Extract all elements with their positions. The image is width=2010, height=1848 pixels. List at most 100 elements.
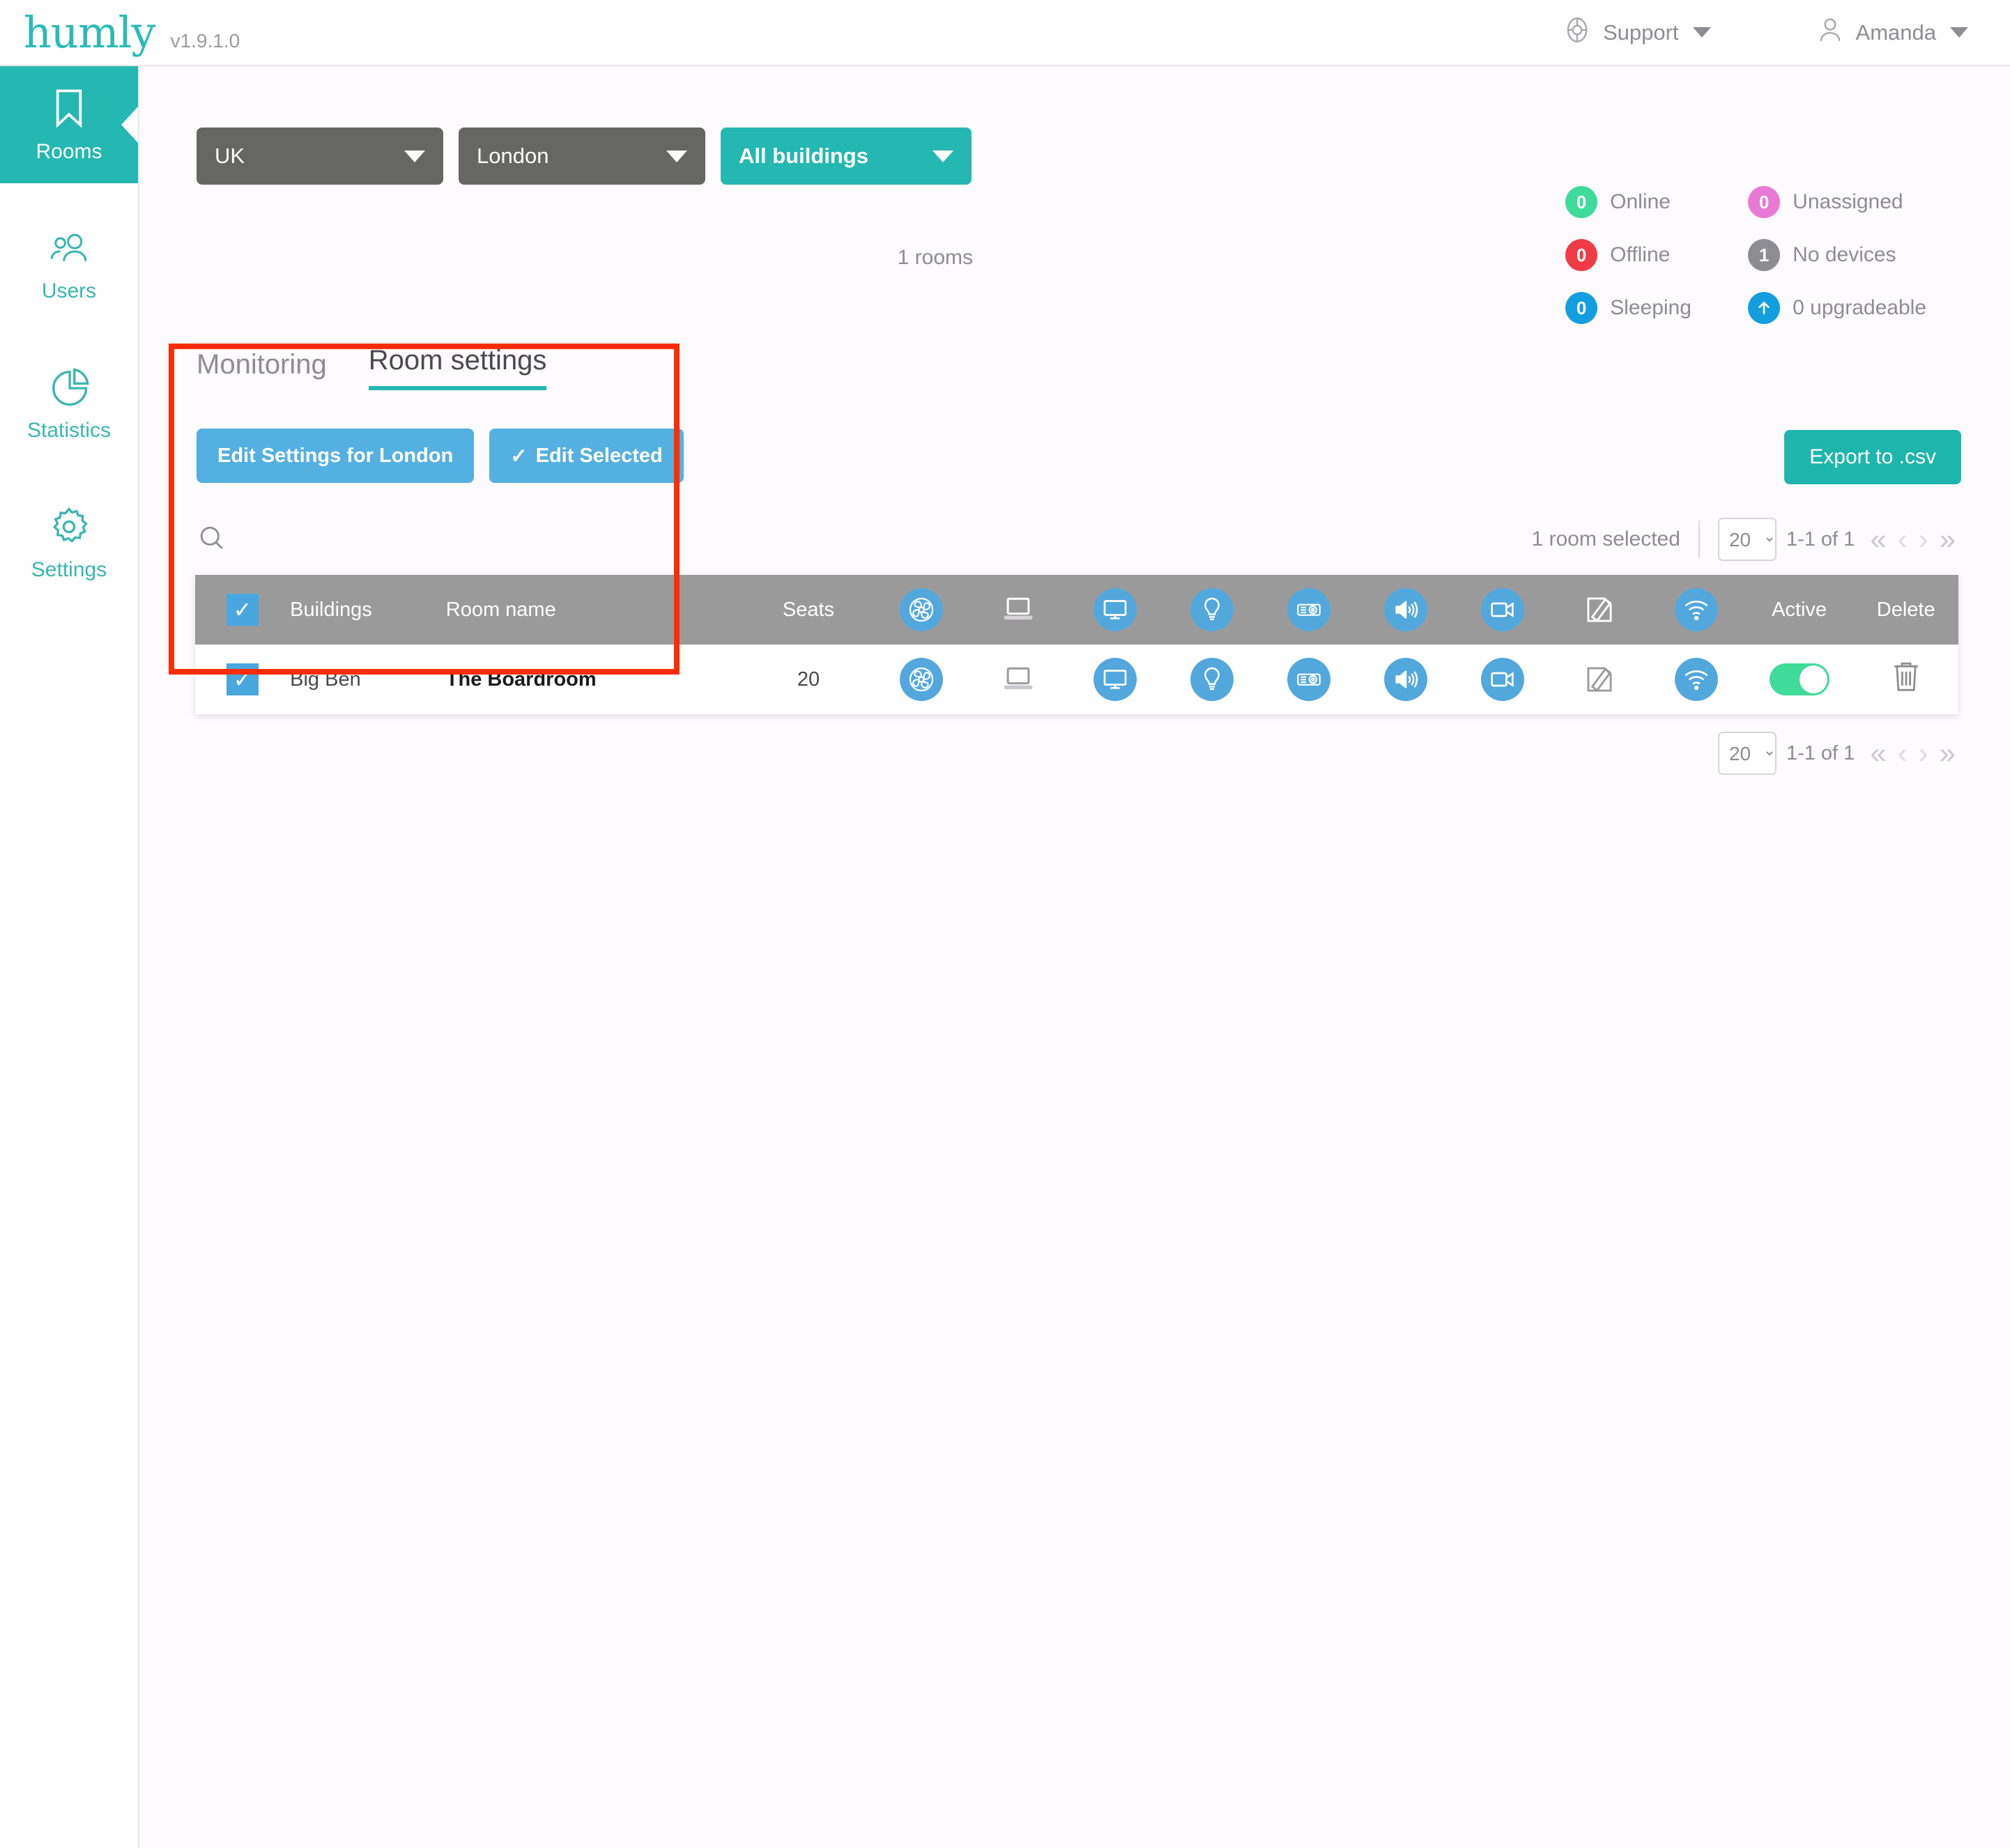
row-laptop-cell[interactable] xyxy=(969,645,1066,714)
column-header-light[interactable] xyxy=(1163,575,1260,645)
status-upgradeable: 0 upgradeable xyxy=(1748,292,1926,324)
status-no-devices-count: 1 xyxy=(1748,239,1781,271)
page-size-select-bottom[interactable]: 20 xyxy=(1717,732,1777,775)
row-video-cell[interactable] xyxy=(1455,645,1551,714)
speaker-icon xyxy=(1384,588,1428,631)
export-to-csv-button[interactable]: Export to .csv xyxy=(1784,430,1961,484)
row-whiteboard-cell[interactable] xyxy=(1551,645,1648,714)
video-camera-icon xyxy=(1481,658,1525,701)
status-offline: 0 Offline xyxy=(1565,239,1748,271)
search-bar xyxy=(197,512,670,568)
tab-room-settings[interactable]: Room settings xyxy=(368,345,547,390)
trash-icon[interactable] xyxy=(1891,660,1921,699)
buildings-dropdown-value: All buildings xyxy=(739,144,868,168)
fan-icon xyxy=(899,588,943,631)
sidebar-item-rooms[interactable]: Rooms xyxy=(0,66,138,183)
column-header-delete[interactable]: Delete xyxy=(1853,575,1958,645)
column-header-display[interactable] xyxy=(1066,575,1163,645)
fan-icon xyxy=(899,658,943,701)
status-no-devices: 1 No devices xyxy=(1748,239,1926,271)
column-header-wifi[interactable] xyxy=(1648,575,1745,645)
sidebar-collapse-arrow-icon[interactable] xyxy=(121,107,138,143)
row-audio-cell[interactable] xyxy=(1358,645,1455,714)
next-page-button-top[interactable]: › xyxy=(1913,525,1934,554)
row-select-cell: ✓ xyxy=(195,645,290,714)
row-wifi-cell[interactable] xyxy=(1648,645,1745,714)
table-toolbar: Edit Settings for London ✓ Edit Selected xyxy=(197,429,684,483)
last-page-button-top[interactable]: » xyxy=(1934,525,1961,554)
rooms-count-label: 1 rooms xyxy=(897,246,973,269)
prev-page-button-top[interactable]: ‹ xyxy=(1892,525,1913,554)
select-all-cell: ✓ xyxy=(195,575,290,645)
column-header-projector[interactable] xyxy=(1261,575,1358,645)
search-icon xyxy=(197,523,227,557)
active-toggle[interactable] xyxy=(1769,663,1829,695)
person-icon xyxy=(1816,15,1845,50)
prev-page-button-bottom[interactable]: ‹ xyxy=(1892,739,1913,768)
whiteboard-pen-icon xyxy=(1583,663,1616,695)
first-page-button-bottom[interactable]: « xyxy=(1864,739,1892,768)
rooms-selected-label: 1 room selected xyxy=(1531,528,1680,550)
page-size-select-top[interactable]: 20 xyxy=(1717,518,1777,561)
city-dropdown-value: London xyxy=(477,144,549,168)
column-header-room-name[interactable]: Room name xyxy=(446,575,744,645)
row-projector-cell[interactable] xyxy=(1261,645,1358,714)
first-page-button-top[interactable]: « xyxy=(1864,525,1892,554)
laptop-icon xyxy=(1000,665,1036,694)
sidebar-item-settings[interactable]: Settings xyxy=(0,484,138,601)
app-logo[interactable]: humly v1.9.1.0 xyxy=(24,10,240,54)
row-checkbox[interactable]: ✓ xyxy=(227,663,259,695)
row-active-cell xyxy=(1745,645,1854,714)
table-header-row: ✓ Buildings Room name Seats Active Delet… xyxy=(195,575,1958,645)
column-header-laptop[interactable] xyxy=(969,575,1066,645)
row-buildings: Big Ben xyxy=(290,668,361,691)
row-light-cell[interactable] xyxy=(1163,645,1260,714)
toggle-knob xyxy=(1799,665,1827,693)
sidebar-label-settings: Settings xyxy=(31,558,107,581)
pagination-bottom: 20 1-1 of 1 « ‹ › » xyxy=(1717,732,1961,775)
sidebar-item-statistics[interactable]: Statistics xyxy=(0,345,138,462)
left-sidebar: Rooms Users Statistics Settings xyxy=(0,66,139,1848)
table-row[interactable]: ✓ Big Ben The Boardroom 20 xyxy=(195,645,1958,714)
monitor-icon xyxy=(1093,658,1137,701)
select-all-checkbox[interactable]: ✓ xyxy=(227,594,259,626)
city-dropdown[interactable]: London xyxy=(459,128,705,185)
sidebar-label-users: Users xyxy=(41,279,97,302)
column-header-audio[interactable] xyxy=(1358,575,1455,645)
support-menu[interactable]: Support xyxy=(1563,15,1711,50)
column-header-whiteboard[interactable] xyxy=(1551,575,1648,645)
wifi-icon xyxy=(1675,588,1719,631)
row-display-cell[interactable] xyxy=(1066,645,1163,714)
row-air-cell[interactable] xyxy=(873,645,969,714)
speaker-icon xyxy=(1384,658,1428,701)
column-header-buildings[interactable]: Buildings xyxy=(290,575,446,645)
column-header-video[interactable] xyxy=(1455,575,1551,645)
chevron-down-icon xyxy=(933,150,953,162)
sidebar-item-users[interactable]: Users xyxy=(0,206,138,323)
chevron-down-icon xyxy=(404,150,425,162)
column-header-seats[interactable]: Seats xyxy=(744,575,873,645)
pagination-top: 1 room selected 20 1-1 of 1 « ‹ › » xyxy=(1531,518,1961,561)
header-right-group: Support Amanda xyxy=(1563,15,1968,50)
row-room-name: The Boardroom xyxy=(445,668,597,691)
edit-selected-button[interactable]: ✓ Edit Selected xyxy=(489,429,684,483)
pie-chart-icon xyxy=(49,364,89,410)
country-dropdown[interactable]: UK xyxy=(197,128,443,185)
top-header-bar: humly v1.9.1.0 Support Amanda xyxy=(0,0,2010,66)
status-offline-label: Offline xyxy=(1610,243,1671,266)
buildings-dropdown[interactable]: All buildings xyxy=(721,128,972,185)
row-delete-cell xyxy=(1853,645,1958,714)
search-input[interactable] xyxy=(241,528,631,552)
column-header-air[interactable] xyxy=(873,575,969,645)
column-header-active[interactable]: Active xyxy=(1745,575,1854,645)
last-page-button-bottom[interactable]: » xyxy=(1934,739,1961,768)
edit-settings-for-london-button[interactable]: Edit Settings for London xyxy=(197,429,475,483)
status-online-count: 0 xyxy=(1565,186,1598,218)
next-page-button-bottom[interactable]: › xyxy=(1913,739,1934,768)
chevron-down-icon xyxy=(1692,27,1711,38)
lifebuoy-icon xyxy=(1563,15,1592,50)
tab-monitoring[interactable]: Monitoring xyxy=(197,349,327,390)
user-menu[interactable]: Amanda xyxy=(1816,15,1968,50)
divider xyxy=(1698,521,1700,558)
